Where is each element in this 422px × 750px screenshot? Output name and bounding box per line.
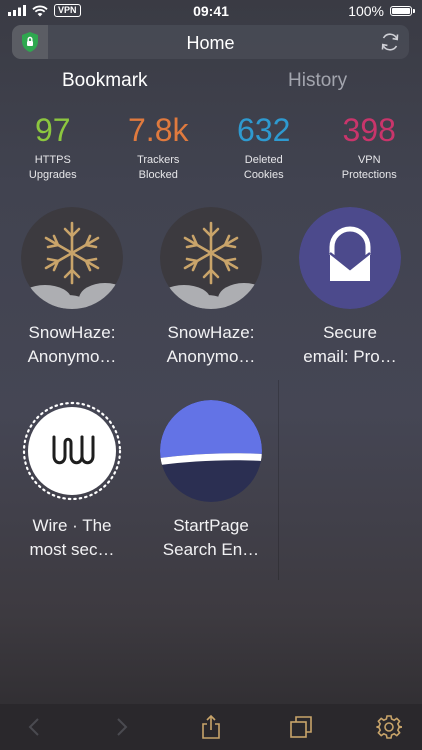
startpage-icon (160, 400, 262, 502)
bookmark-tile-startpage[interactable]: StartPage Search En… (141, 400, 281, 570)
reload-icon[interactable] (379, 31, 401, 53)
stat-value: 398 (342, 112, 396, 148)
url-bar[interactable]: Home (12, 25, 409, 59)
bookmark-label: SnowHaze: Anonymo… (27, 323, 117, 366)
bookmark-tile-protonmail[interactable]: Secure email: Pro… (280, 207, 420, 377)
share-icon[interactable] (198, 714, 224, 740)
privacy-stats: 97 HTTPS Upgrades 7.8k Trackers Blocked … (0, 110, 422, 183)
tab-history[interactable]: History (288, 70, 347, 92)
bookmark-label: Secure email: Pro… (303, 323, 397, 366)
home-tabs: Bookmark History (0, 64, 422, 100)
stat-value: 7.8k (128, 112, 189, 148)
page-title[interactable]: Home (12, 33, 409, 54)
bookmark-label: StartPage Search En… (162, 516, 260, 559)
bookmark-tile-snowhaze-2[interactable]: SnowHaze: Anonymo… (141, 207, 281, 377)
battery-icon (390, 6, 415, 16)
bookmark-tile-wire[interactable]: Wire · The most sec… (2, 400, 142, 570)
stat-value: 97 (34, 112, 71, 148)
stat-deleted-cookies: 632 Deleted Cookies (211, 110, 317, 183)
battery-percentage: 100% (348, 3, 384, 19)
bottom-toolbar (0, 704, 422, 750)
back-icon[interactable] (22, 714, 48, 740)
bookmark-label: SnowHaze: Anonymo… (166, 323, 256, 366)
stat-label: VPN Protections (341, 154, 397, 181)
tab-bookmark[interactable]: Bookmark (62, 70, 148, 92)
stat-label: HTTPS Upgrades (28, 154, 77, 181)
stat-https-upgrades: 97 HTTPS Upgrades (0, 110, 106, 183)
settings-icon[interactable] (376, 714, 402, 740)
status-bar: VPN 09:41 100% (0, 0, 422, 22)
stat-trackers-blocked: 7.8k Trackers Blocked (106, 110, 212, 183)
protonmail-icon (299, 207, 401, 309)
snowhaze-icon (160, 207, 262, 309)
tabs-icon[interactable] (288, 714, 314, 740)
bookmark-label: Wire · The most sec… (29, 516, 115, 559)
bookmark-tile-snowhaze-1[interactable]: SnowHaze: Anonymo… (2, 207, 142, 377)
forward-icon[interactable] (108, 714, 134, 740)
stat-vpn-protections: 398 VPN Protections (317, 110, 422, 183)
stat-value: 632 (237, 112, 291, 148)
stat-label: Trackers Blocked (137, 154, 180, 181)
wire-icon (22, 401, 122, 501)
snowhaze-icon (21, 207, 123, 309)
stat-label: Deleted Cookies (243, 154, 284, 181)
